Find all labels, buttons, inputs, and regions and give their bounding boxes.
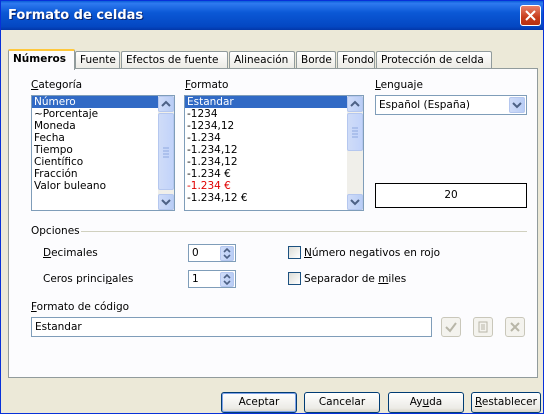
check-button[interactable] [441, 317, 461, 337]
chevron-up-icon [161, 100, 171, 107]
categoria-items: Número ~Porcentaje Moneda Fecha Tiempo Cientí… [32, 96, 174, 192]
grip-icon [163, 147, 169, 158]
ceros-label: Ceros principales [43, 273, 134, 285]
checkmark-icon [445, 322, 457, 333]
ayuda-button[interactable]: Ayuda [388, 392, 464, 413]
lenguaje-value: Español (España) [379, 99, 471, 111]
scroll-up-button[interactable] [347, 96, 363, 112]
chevron-down-icon [512, 102, 522, 109]
chevron-down-icon [161, 199, 171, 206]
categoria-item[interactable]: ~Porcentaje [32, 108, 174, 120]
categoria-item[interactable]: Tiempo [32, 144, 174, 156]
tab-borde[interactable]: Borde [296, 51, 336, 68]
lenguaje-dropdown-button[interactable] [509, 97, 525, 113]
close-icon [525, 10, 536, 21]
categoria-item[interactable]: Moneda [32, 120, 174, 132]
scroll-thumb[interactable] [158, 113, 174, 190]
tab-label: Efectos de fuente [126, 54, 219, 66]
chevron-up-icon [350, 100, 360, 107]
opciones-divider [81, 231, 527, 232]
formato-scrollbar[interactable] [347, 96, 363, 210]
tab-label: Borde [301, 54, 332, 66]
delete-icon [510, 322, 520, 332]
formato-item[interactable]: -1.234 € [185, 180, 363, 192]
tab-alineacion[interactable]: Alineación [229, 51, 295, 68]
restablecer-button[interactable]: Restablecer [471, 392, 541, 413]
spin-arrows-icon [223, 273, 231, 286]
tab-label: Fondo [342, 54, 374, 66]
formato-label: Formato [185, 79, 229, 91]
preview-value: 20 [444, 189, 458, 201]
categoria-list[interactable]: Número ~Porcentaje Moneda Fecha Tiempo Cientí… [31, 95, 175, 211]
tab-fondo[interactable]: Fondo [337, 51, 375, 68]
scroll-down-button[interactable] [158, 194, 174, 210]
spin-arrows-icon [223, 247, 231, 260]
dialog-window: Formato de celdas Números Fuente Efectos… [0, 0, 544, 414]
tab-fuente[interactable]: Fuente [75, 51, 120, 68]
separador-miles-label[interactable]: Separador de miles [304, 273, 406, 285]
formato-item[interactable]: -1.234 € [185, 168, 363, 180]
title-bar[interactable]: Formato de celdas [1, 1, 543, 30]
categoria-item[interactable]: Fracción [32, 168, 174, 180]
formato-item[interactable]: Estandar [185, 96, 363, 108]
ceros-spinner[interactable]: 1 [188, 270, 236, 288]
lenguaje-label: Lenguaje [375, 79, 423, 91]
negativos-rojo-label[interactable]: Número negativos en rojo [304, 247, 440, 259]
scroll-down-button[interactable] [347, 194, 363, 210]
categoria-item[interactable]: Número [32, 96, 174, 108]
categoria-scrollbar[interactable] [158, 96, 174, 210]
ceros-value: 1 [192, 273, 199, 285]
tab-label: Números [13, 53, 66, 65]
decimales-value: 0 [192, 247, 199, 259]
formato-item[interactable]: -1.234,12 [185, 144, 363, 156]
categoria-item[interactable]: Valor buleano [32, 180, 174, 192]
codigo-input[interactable]: Estandar [31, 317, 432, 337]
codigo-value: Estandar [35, 321, 82, 333]
aceptar-button[interactable]: Aceptar [221, 392, 297, 413]
formato-items: Estandar -1234 -1234,12 -1.234 -1.234,12 -1.2… [185, 96, 363, 204]
window-title: Formato de celdas [8, 8, 144, 23]
decimales-label: Decimales [43, 247, 98, 259]
opciones-heading: Opciones [31, 225, 80, 237]
note-icon [478, 321, 488, 333]
tab-label: Protección de celda [381, 54, 484, 66]
tab-proteccion-celda[interactable]: Protección de celda [376, 51, 492, 68]
separador-miles-checkbox[interactable] [288, 272, 301, 285]
chevron-down-icon [350, 199, 360, 206]
format-preview: 20 [375, 183, 527, 208]
tab-label: Alineación [234, 54, 289, 66]
scroll-up-button[interactable] [158, 96, 174, 112]
comment-button[interactable] [473, 317, 493, 337]
close-button[interactable] [520, 5, 541, 26]
categoria-item[interactable]: Fecha [32, 132, 174, 144]
scroll-thumb[interactable] [347, 113, 363, 151]
formato-list[interactable]: Estandar -1234 -1234,12 -1.234 -1.234,12 -1.2… [184, 95, 364, 211]
decimales-spin-buttons[interactable] [220, 246, 234, 261]
categoria-item[interactable]: Científico [32, 156, 174, 168]
formato-item[interactable]: -1.234,12 € [185, 192, 363, 204]
decimales-spinner[interactable]: 0 [188, 244, 236, 262]
tab-efectos-fuente[interactable]: Efectos de fuente [121, 51, 228, 68]
tab-numeros[interactable]: Números [8, 49, 75, 70]
formato-item[interactable]: -1.234,12 [185, 156, 363, 168]
negativos-rojo-checkbox[interactable] [288, 246, 301, 259]
grip-icon [352, 127, 358, 138]
delete-button[interactable] [505, 317, 525, 337]
formato-item[interactable]: -1234,12 [185, 120, 363, 132]
ceros-spin-buttons[interactable] [220, 272, 234, 287]
formato-item[interactable]: -1234 [185, 108, 363, 120]
codigo-label: Formato de código [31, 301, 130, 313]
categoria-label: Categoría [31, 79, 83, 91]
formato-item[interactable]: -1.234 [185, 132, 363, 144]
lenguaje-select[interactable]: Español (España) [375, 95, 527, 115]
tab-label: Fuente [80, 54, 116, 66]
cancelar-button[interactable]: Cancelar [304, 392, 380, 413]
